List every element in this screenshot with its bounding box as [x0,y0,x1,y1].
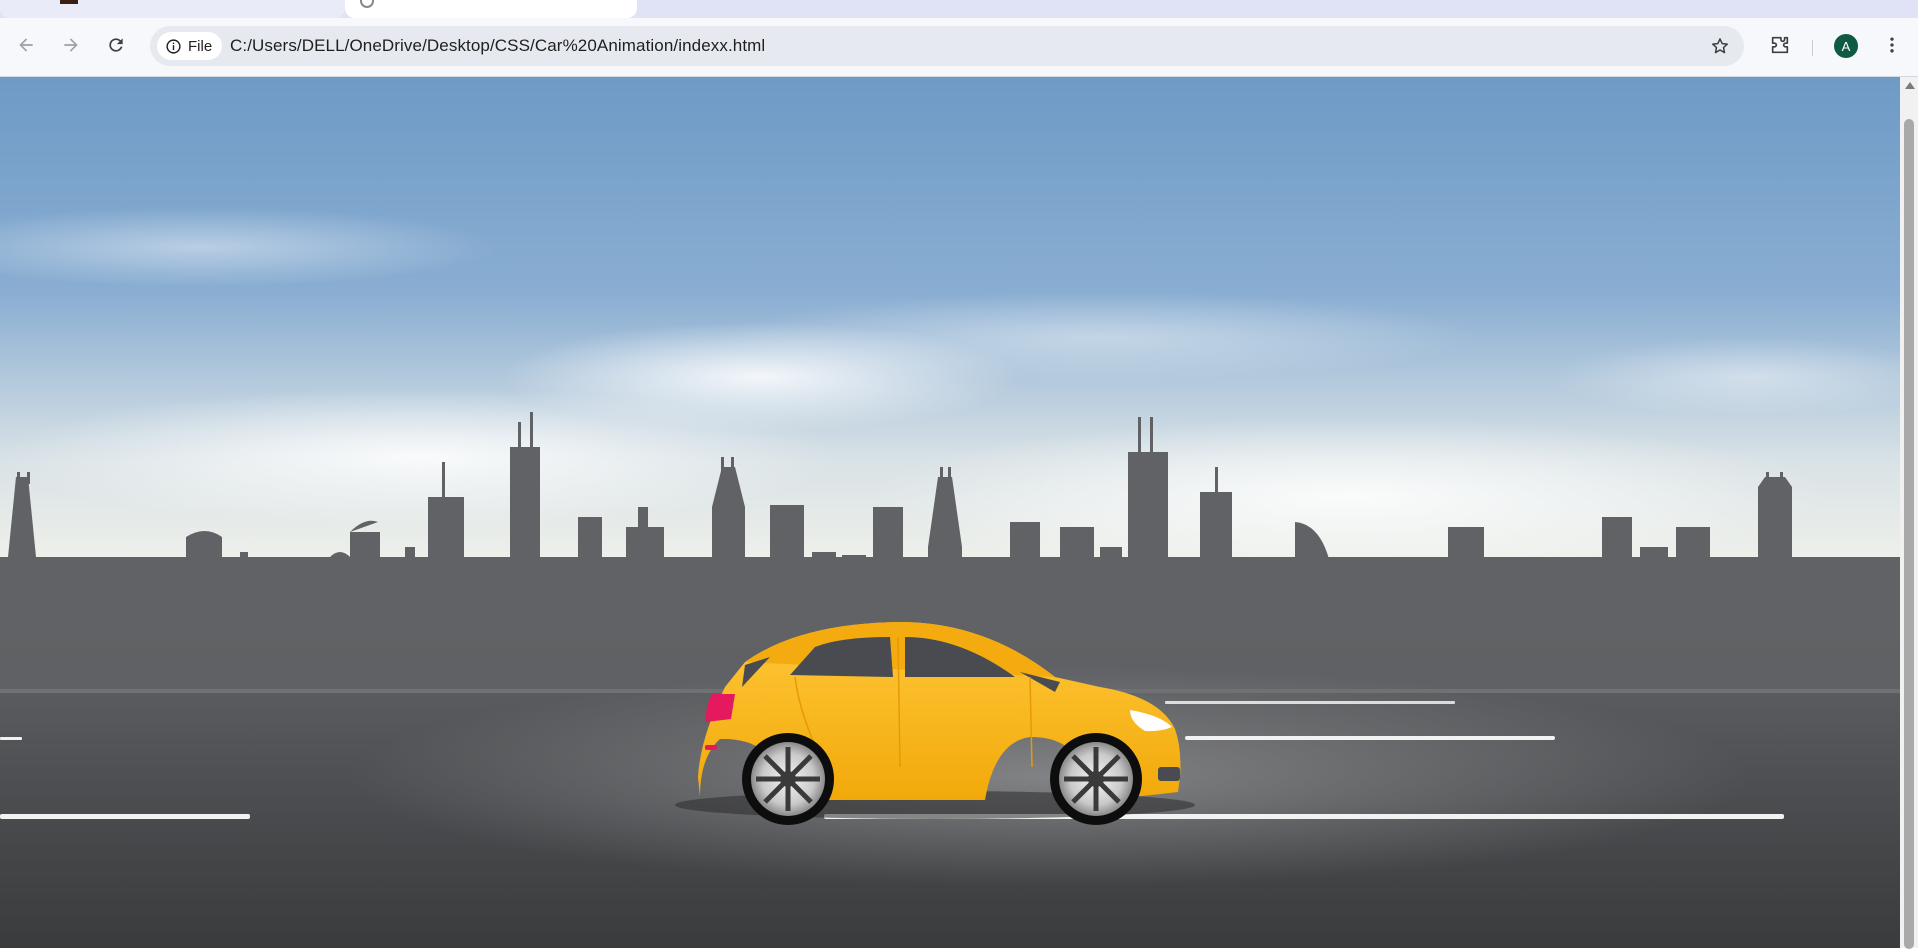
scroll-up-arrow-icon[interactable] [1905,82,1915,89]
browser-toolbar: File C:/Users/DELL/OneDrive/Desktop/CSS/… [0,18,1918,77]
forward-arrow-icon [64,38,78,52]
site-info-chip[interactable]: File [157,32,223,60]
reload-button[interactable] [102,31,130,59]
url-text[interactable]: C:/Users/DELL/OneDrive/Desktop/CSS/Car%2… [230,26,765,66]
tab-strip [0,0,1918,18]
reload-icon [109,38,123,52]
car-tail-light [705,694,735,722]
car-animation-scene [0,77,1900,948]
kebab-menu-icon [1890,37,1894,53]
address-bar[interactable]: File C:/Users/DELL/OneDrive/Desktop/CSS/… [150,26,1744,66]
tab-active[interactable] [345,0,637,18]
back-button[interactable] [12,31,40,59]
info-icon [166,38,181,54]
tab-inactive[interactable] [0,0,345,18]
scroll-thumb[interactable] [1904,119,1914,949]
extensions-icon [1771,36,1789,54]
tab-favicon [60,0,78,4]
star-icon[interactable] [1710,36,1730,56]
back-arrow-icon [19,38,33,52]
menu-button[interactable] [1878,31,1906,59]
site-info-label: File [188,37,213,55]
tab-loading-icon [360,0,374,8]
front-wheel [1050,733,1142,825]
profile-avatar[interactable]: A [1834,34,1858,58]
cloud [720,292,1480,382]
extensions-button[interactable] [1766,31,1794,59]
forward-button[interactable] [57,31,85,59]
toolbar-divider [1812,40,1813,56]
page-scrollbar[interactable] [1900,77,1918,949]
car-bumper-vent [1158,767,1180,781]
page-viewport [0,77,1900,948]
rear-wheel [742,733,834,825]
